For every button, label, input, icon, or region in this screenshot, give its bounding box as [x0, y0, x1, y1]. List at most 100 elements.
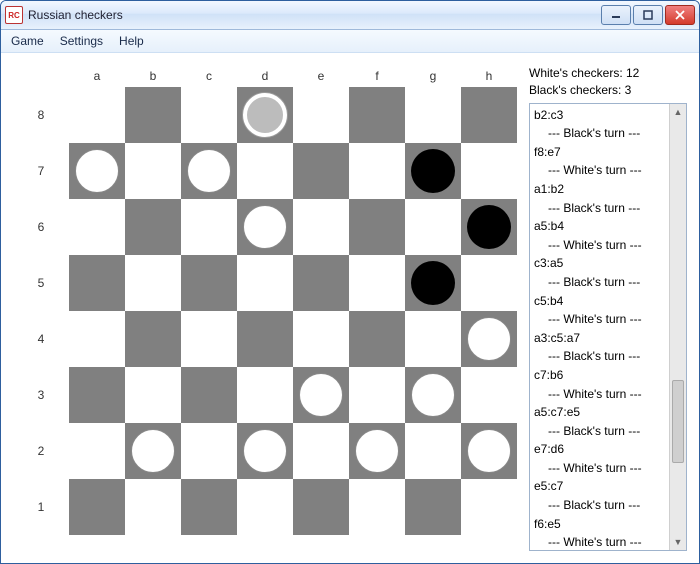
square-e7[interactable] — [293, 143, 349, 199]
square-b4[interactable] — [125, 311, 181, 367]
titlebar[interactable]: RC Russian checkers — [1, 1, 699, 30]
square-h8[interactable] — [461, 87, 517, 143]
square-h2[interactable] — [461, 423, 517, 479]
scroll-up-icon[interactable]: ▲ — [670, 104, 686, 120]
square-h1[interactable] — [461, 479, 517, 535]
square-h3[interactable] — [461, 367, 517, 423]
square-c8[interactable] — [181, 87, 237, 143]
square-d2[interactable] — [237, 423, 293, 479]
menu-settings[interactable]: Settings — [54, 32, 109, 50]
square-h7[interactable] — [461, 143, 517, 199]
square-c1[interactable] — [181, 479, 237, 535]
square-c7[interactable] — [181, 143, 237, 199]
square-d8[interactable] — [237, 87, 293, 143]
square-g5[interactable] — [405, 255, 461, 311]
white-piece[interactable] — [131, 429, 175, 473]
square-c2[interactable] — [181, 423, 237, 479]
white-piece[interactable] — [243, 429, 287, 473]
log-turn: --- Black's turn --- — [534, 496, 666, 515]
close-button[interactable] — [665, 5, 695, 25]
square-f7[interactable] — [349, 143, 405, 199]
menu-game[interactable]: Game — [5, 32, 50, 50]
square-e5[interactable] — [293, 255, 349, 311]
square-e4[interactable] — [293, 311, 349, 367]
square-f1[interactable] — [349, 479, 405, 535]
square-a3[interactable] — [69, 367, 125, 423]
king-white-piece[interactable] — [243, 93, 287, 137]
square-c5[interactable] — [181, 255, 237, 311]
window-title: Russian checkers — [28, 8, 601, 22]
square-b2[interactable] — [125, 423, 181, 479]
log-move: e7:d6 — [534, 440, 666, 459]
board-area: abcdefgh87654321 — [13, 65, 517, 551]
square-h4[interactable] — [461, 311, 517, 367]
white-piece[interactable] — [299, 373, 343, 417]
black-piece[interactable] — [467, 205, 511, 249]
square-f8[interactable] — [349, 87, 405, 143]
square-d7[interactable] — [237, 143, 293, 199]
square-h6[interactable] — [461, 199, 517, 255]
square-a7[interactable] — [69, 143, 125, 199]
black-piece[interactable] — [411, 149, 455, 193]
square-f3[interactable] — [349, 367, 405, 423]
white-piece[interactable] — [355, 429, 399, 473]
square-c6[interactable] — [181, 199, 237, 255]
square-d3[interactable] — [237, 367, 293, 423]
maximize-button[interactable] — [633, 5, 663, 25]
square-h5[interactable] — [461, 255, 517, 311]
square-e3[interactable] — [293, 367, 349, 423]
square-d6[interactable] — [237, 199, 293, 255]
square-a1[interactable] — [69, 479, 125, 535]
square-f4[interactable] — [349, 311, 405, 367]
log-turn: --- White's turn --- — [534, 236, 666, 255]
square-g4[interactable] — [405, 311, 461, 367]
square-b5[interactable] — [125, 255, 181, 311]
menubar: Game Settings Help — [1, 30, 699, 53]
square-g1[interactable] — [405, 479, 461, 535]
square-a5[interactable] — [69, 255, 125, 311]
square-e6[interactable] — [293, 199, 349, 255]
square-g2[interactable] — [405, 423, 461, 479]
square-b8[interactable] — [125, 87, 181, 143]
black-piece[interactable] — [411, 261, 455, 305]
minimize-button[interactable] — [601, 5, 631, 25]
scrollbar[interactable]: ▲ ▼ — [669, 104, 686, 550]
white-piece[interactable] — [187, 149, 231, 193]
square-a4[interactable] — [69, 311, 125, 367]
square-g6[interactable] — [405, 199, 461, 255]
square-d5[interactable] — [237, 255, 293, 311]
square-b1[interactable] — [125, 479, 181, 535]
scroll-thumb[interactable] — [672, 380, 684, 462]
scroll-down-icon[interactable]: ▼ — [670, 534, 686, 550]
square-e1[interactable] — [293, 479, 349, 535]
white-piece[interactable] — [411, 373, 455, 417]
square-g8[interactable] — [405, 87, 461, 143]
square-f6[interactable] — [349, 199, 405, 255]
square-b3[interactable] — [125, 367, 181, 423]
square-g7[interactable] — [405, 143, 461, 199]
rank-label-4: 4 — [13, 311, 69, 367]
menu-help[interactable]: Help — [113, 32, 150, 50]
square-b7[interactable] — [125, 143, 181, 199]
square-a8[interactable] — [69, 87, 125, 143]
square-e2[interactable] — [293, 423, 349, 479]
square-a2[interactable] — [69, 423, 125, 479]
white-piece[interactable] — [467, 429, 511, 473]
square-f5[interactable] — [349, 255, 405, 311]
white-piece[interactable] — [75, 149, 119, 193]
square-c3[interactable] — [181, 367, 237, 423]
square-f2[interactable] — [349, 423, 405, 479]
square-c4[interactable] — [181, 311, 237, 367]
square-d1[interactable] — [237, 479, 293, 535]
square-e8[interactable] — [293, 87, 349, 143]
checkers-board[interactable]: abcdefgh87654321 — [13, 65, 517, 535]
file-label-e: e — [293, 65, 349, 87]
square-d4[interactable] — [237, 311, 293, 367]
white-piece[interactable] — [243, 205, 287, 249]
move-log: b2:c3--- Black's turn ---f8:e7--- White'… — [530, 104, 670, 550]
square-b6[interactable] — [125, 199, 181, 255]
square-a6[interactable] — [69, 199, 125, 255]
white-piece[interactable] — [467, 317, 511, 361]
square-g3[interactable] — [405, 367, 461, 423]
log-turn: --- White's turn --- — [534, 533, 666, 550]
